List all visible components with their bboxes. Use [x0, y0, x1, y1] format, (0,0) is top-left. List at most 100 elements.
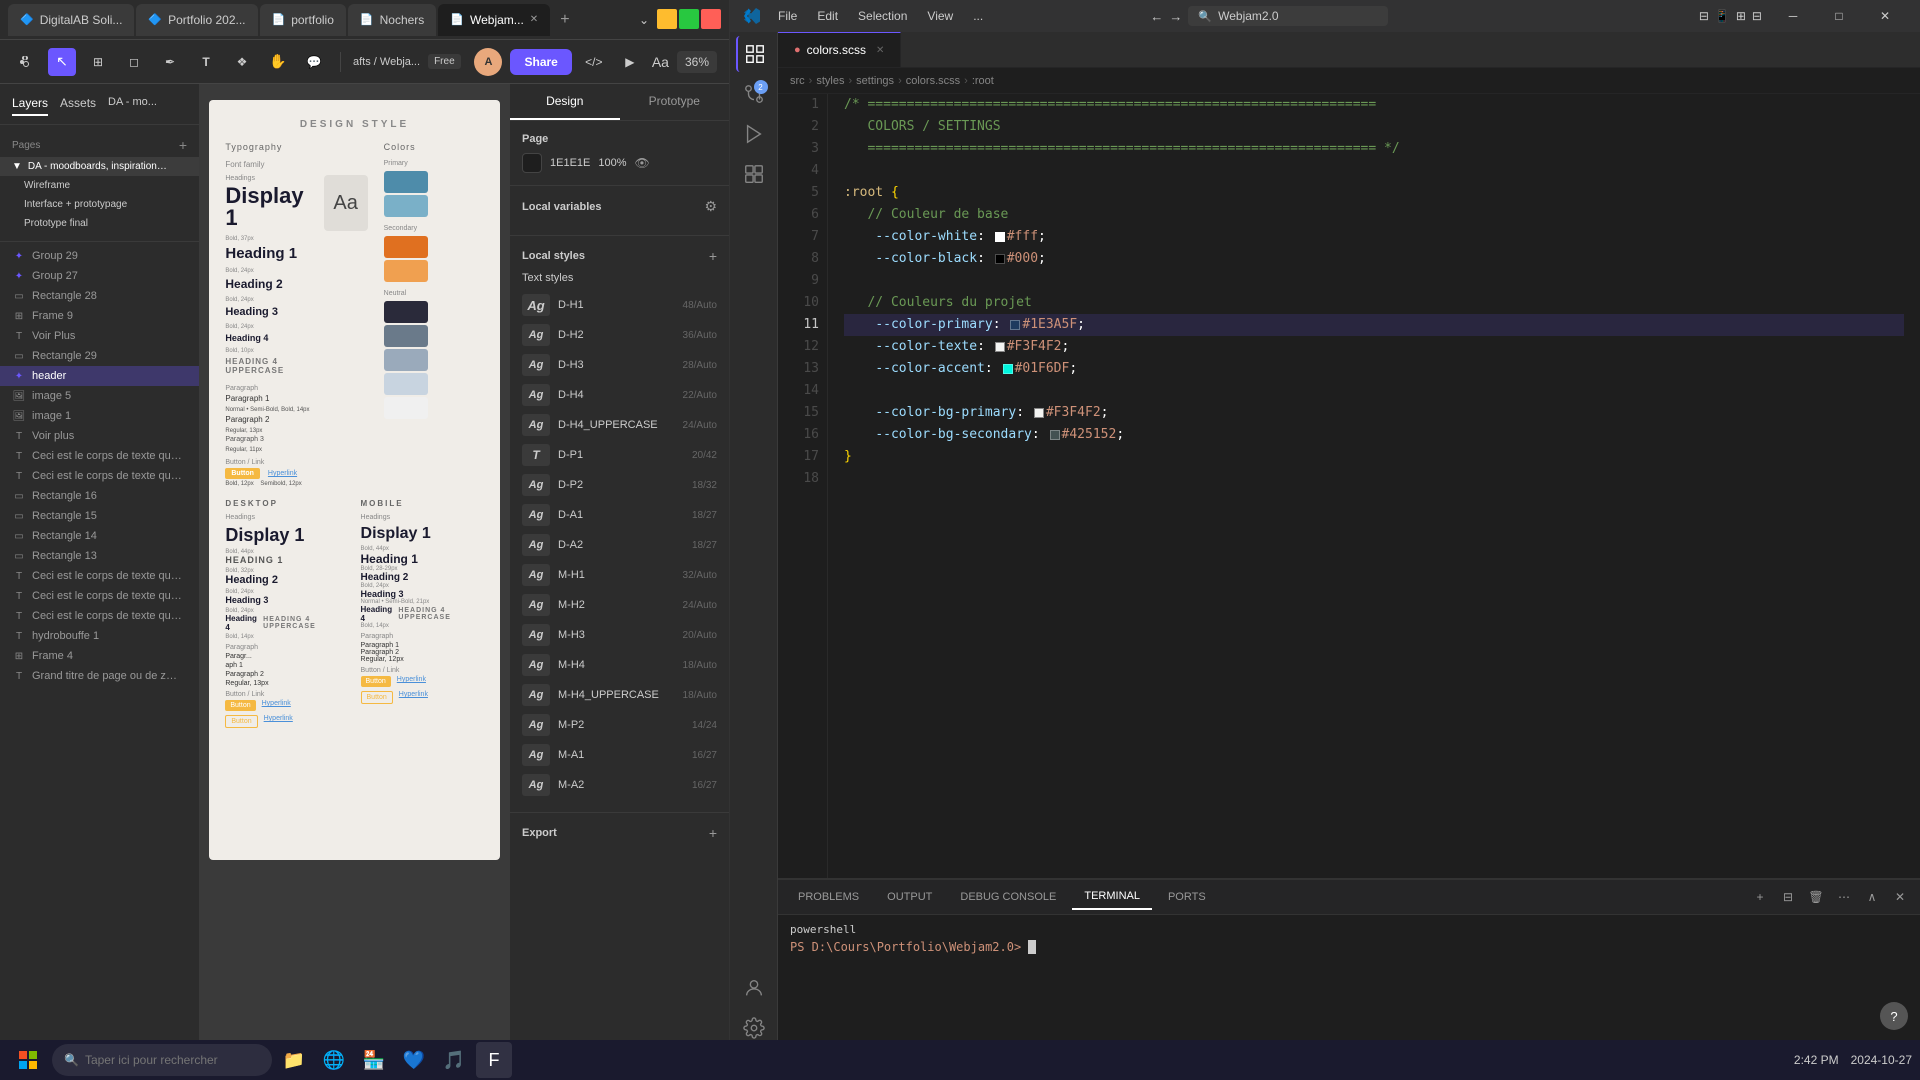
menu-view[interactable]: View: [919, 5, 961, 27]
text-style-mp2[interactable]: Ag M-P2 14/24: [522, 710, 717, 740]
browser-tab-portfolio2[interactable]: 📄 portfolio: [260, 4, 346, 36]
page-interface-prototypage[interactable]: Interface + prototypage: [0, 195, 199, 214]
vscode-maximize-button[interactable]: □: [1816, 0, 1862, 32]
new-terminal-button[interactable]: +: [1748, 885, 1772, 909]
visibility-toggle[interactable]: 👁: [635, 156, 650, 170]
browser-tab-webjam[interactable]: 📄 Webjam... ✕: [438, 4, 550, 36]
tab-colors-scss[interactable]: ● colors.scss ✕: [778, 32, 901, 67]
layer-rectangle29[interactable]: ▭ Rectangle 29: [0, 346, 199, 366]
panel-tab-terminal[interactable]: TERMINAL: [1072, 884, 1152, 910]
layer-frame9[interactable]: ⊞ Frame 9: [0, 306, 199, 326]
menu-selection[interactable]: Selection: [850, 5, 915, 27]
add-page-button[interactable]: +: [179, 137, 187, 153]
browser-close[interactable]: [701, 9, 721, 29]
text-style-dh3[interactable]: Ag D-H3 28/Auto: [522, 350, 717, 380]
text-style-mh2[interactable]: Ag M-H2 24/Auto: [522, 590, 717, 620]
text-style-dh4[interactable]: Ag D-H4 22/Auto: [522, 380, 717, 410]
page-da-moodboards[interactable]: ▼ DA - moodboards, inspirations, ...: [0, 157, 199, 176]
layout-icon-4[interactable]: ⊟: [1752, 9, 1762, 23]
layout-icon-2[interactable]: 📱: [1715, 9, 1730, 23]
tab-design[interactable]: Design: [510, 84, 620, 120]
browser-maximize[interactable]: [679, 9, 699, 29]
text-style-dh2[interactable]: Ag D-H2 36/Auto: [522, 320, 717, 350]
layer-image5[interactable]: 🖼 image 5: [0, 386, 199, 406]
layer-frame4[interactable]: ⊞ Frame 4: [0, 646, 199, 666]
layer-text1[interactable]: T Ceci est le corps de texte qui sera ..…: [0, 446, 199, 466]
split-terminal-button[interactable]: ⊟: [1776, 885, 1800, 909]
layer-grand-titre[interactable]: T Grand titre de page ou de zone he...: [0, 666, 199, 686]
text-style-da2[interactable]: Ag D-A2 18/27: [522, 530, 717, 560]
layer-rectangle28[interactable]: ▭ Rectangle 28: [0, 286, 199, 306]
frame-tool[interactable]: ⊞: [84, 48, 112, 76]
layer-voirplus2[interactable]: T Voir plus: [0, 426, 199, 446]
activity-account[interactable]: [736, 970, 772, 1006]
pen-tool[interactable]: ✒: [156, 48, 184, 76]
taskbar-store[interactable]: 🏪: [356, 1042, 392, 1078]
present-icon[interactable]: ▶: [616, 48, 644, 76]
nav-prev-button[interactable]: ←: [1150, 9, 1163, 24]
layer-rect14[interactable]: ▭ Rectangle 14: [0, 526, 199, 546]
text-style-mh4-upper[interactable]: Ag M-H4_UPPERCASE 18/Auto: [522, 680, 717, 710]
tabs-dropdown[interactable]: ⌄: [633, 9, 655, 31]
browser-tab-portfolio[interactable]: 🔷 Portfolio 202...: [136, 4, 257, 36]
taskbar-figma[interactable]: F: [476, 1042, 512, 1078]
component-tool[interactable]: ❖: [228, 48, 256, 76]
taskbar-search[interactable]: 🔍: [52, 1044, 272, 1076]
text-style-da1[interactable]: Ag D-A1 18/27: [522, 500, 717, 530]
menu-edit[interactable]: Edit: [809, 5, 846, 27]
layout-icon-1[interactable]: ⊟: [1699, 9, 1709, 23]
panel-tab-ports[interactable]: PORTS: [1156, 885, 1218, 909]
page-wireframe[interactable]: Wireframe: [0, 176, 199, 195]
more-actions-button[interactable]: ⋯: [1832, 885, 1856, 909]
shapes-tool[interactable]: ◻: [120, 48, 148, 76]
tab-layers[interactable]: Layers: [12, 92, 48, 116]
panel-tab-problems[interactable]: PROBLEMS: [786, 885, 871, 909]
taskbar-file-explorer[interactable]: 📁: [276, 1042, 312, 1078]
panel-tab-output[interactable]: OUTPUT: [875, 885, 944, 909]
hand-tool[interactable]: ✋: [264, 48, 292, 76]
activity-source-control[interactable]: 2: [736, 76, 772, 112]
vscode-close-button[interactable]: ✕: [1862, 0, 1908, 32]
page-prototype-final[interactable]: Prototype final: [0, 214, 199, 233]
vscode-minimize-button[interactable]: ─: [1770, 0, 1816, 32]
taskbar-edge[interactable]: 🌐: [316, 1042, 352, 1078]
layer-text3[interactable]: T Ceci est le corps de texte qui sera ..…: [0, 566, 199, 586]
tab-prototype[interactable]: Prototype: [620, 84, 730, 120]
new-tab-button[interactable]: +: [552, 11, 577, 29]
share-button[interactable]: Share: [510, 49, 571, 75]
layer-rect13[interactable]: ▭ Rectangle 13: [0, 546, 199, 566]
text-style-dh1[interactable]: Ag D-H1 48/Auto: [522, 290, 717, 320]
taskbar-spotify[interactable]: 🎵: [436, 1042, 472, 1078]
activity-extensions[interactable]: [736, 156, 772, 192]
menu-file[interactable]: File: [770, 5, 805, 27]
layer-text2[interactable]: T Ceci est le corps de texte qui sera ..…: [0, 466, 199, 486]
text-style-dh4-upper[interactable]: Ag D-H4_UPPERCASE 24/Auto: [522, 410, 717, 440]
browser-minimize[interactable]: [657, 9, 677, 29]
zoom-indicator[interactable]: 36%: [677, 51, 717, 73]
taskbar-vscode[interactable]: 💙: [396, 1042, 432, 1078]
text-style-mh4[interactable]: Ag M-H4 18/Auto: [522, 650, 717, 680]
taskbar-search-input[interactable]: [85, 1053, 245, 1067]
start-button[interactable]: [8, 1044, 48, 1076]
figma-home-icon[interactable]: [12, 48, 40, 76]
code-content[interactable]: /* =====================================…: [828, 94, 1920, 878]
canvas-background[interactable]: DESIGN STYLE Typography Font family: [200, 84, 509, 1040]
layer-text4[interactable]: T Ceci est le corps de texte qui sera ..…: [0, 586, 199, 606]
layer-voirplus[interactable]: T Voir Plus: [0, 326, 199, 346]
activity-run-debug[interactable]: [736, 116, 772, 152]
tab-close-scss[interactable]: ✕: [876, 45, 884, 56]
layer-rect15[interactable]: ▭ Rectangle 15: [0, 506, 199, 526]
text-style-mh1[interactable]: Ag M-H1 32/Auto: [522, 560, 717, 590]
text-style-ma1[interactable]: Ag M-A1 16/27: [522, 740, 717, 770]
activity-explorer[interactable]: [736, 36, 772, 72]
browser-tab-nochers[interactable]: 📄 Nochers: [348, 4, 436, 36]
user-avatar[interactable]: A: [474, 48, 502, 76]
text-tool[interactable]: T: [192, 48, 220, 76]
layer-image1[interactable]: 🖼 image 1: [0, 406, 199, 426]
text-style-ma2[interactable]: Ag M-A2 16/27: [522, 770, 717, 800]
menu-more[interactable]: ...: [965, 5, 991, 27]
panel-tab-debug[interactable]: DEBUG CONSOLE: [948, 885, 1068, 909]
layer-header[interactable]: ✦ header: [0, 366, 199, 386]
layer-group29[interactable]: ✦ Group 29: [0, 246, 199, 266]
browser-tab-digitalab[interactable]: 🔷 DigitalAB Soli...: [8, 4, 134, 36]
